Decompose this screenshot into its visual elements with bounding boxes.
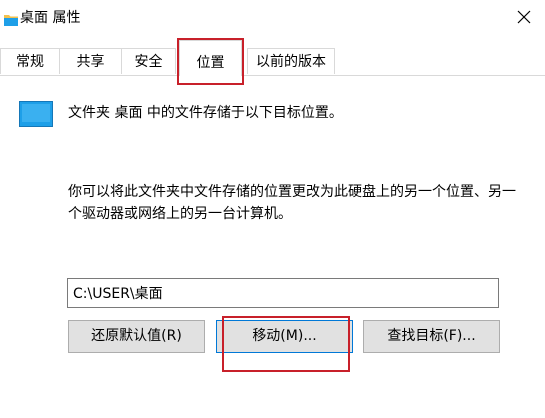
tab-strip-divider bbox=[0, 75, 545, 76]
tab-location[interactable]: 位置 bbox=[179, 40, 242, 76]
tab-sharing[interactable]: 共享 bbox=[59, 48, 122, 74]
find-target-button[interactable]: 查找目标(F)... bbox=[363, 320, 500, 353]
location-path-input[interactable] bbox=[67, 278, 499, 308]
move-button[interactable]: 移动(M)... bbox=[216, 320, 353, 353]
tab-general[interactable]: 常规 bbox=[0, 48, 60, 74]
tab-previous-versions[interactable]: 以前的版本 bbox=[247, 48, 335, 74]
location-label: 文件夹 桌面 中的文件存储于以下目标位置。 bbox=[68, 105, 343, 121]
properties-dialog: 桌面 属性 常规 共享 安全 位置 以前的版本 文件夹 桌面 中的文件存储于以下… bbox=[0, 0, 545, 418]
tab-security[interactable]: 安全 bbox=[121, 48, 176, 74]
location-description: 你可以将此文件夹中文件存储的位置更改为此硬盘上的另一个位置、另一个驱动器或网络上… bbox=[68, 184, 516, 222]
restore-default-button[interactable]: 还原默认值(R) bbox=[68, 320, 205, 353]
desktop-folder-icon bbox=[19, 101, 53, 127]
tab-strip: 常规 共享 安全 位置 以前的版本 bbox=[0, 0, 545, 90]
